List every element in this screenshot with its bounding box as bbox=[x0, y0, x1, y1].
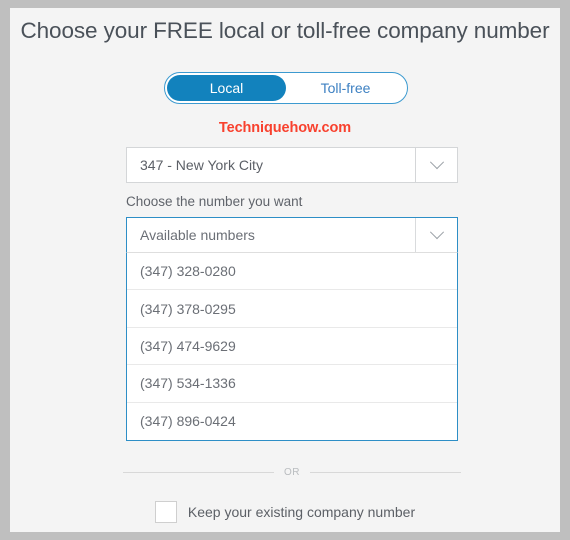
number-options-list: (347) 328-0280 (347) 378-0295 (347) 474-… bbox=[126, 253, 458, 441]
number-select-value: Available numbers bbox=[140, 227, 255, 243]
keep-number-row[interactable]: Keep your existing company number bbox=[10, 501, 560, 523]
number-option-label: (347) 328-0280 bbox=[140, 263, 236, 280]
divider-line-right bbox=[310, 471, 461, 473]
list-item[interactable]: (347) 328-0280 bbox=[127, 253, 457, 291]
city-select-value: 347 - New York City bbox=[140, 157, 263, 173]
keep-number-label: Keep your existing company number bbox=[187, 504, 416, 520]
watermark: Techniquehow.com bbox=[218, 120, 352, 136]
list-item[interactable]: (347) 534-1336 bbox=[127, 365, 457, 403]
toggle-option-toll-free[interactable]: Toll-free bbox=[286, 75, 405, 101]
list-item[interactable]: (347) 896-0424 bbox=[127, 403, 457, 440]
city-select[interactable]: 347 - New York City bbox=[126, 147, 458, 183]
toggle-option-local[interactable]: Local bbox=[167, 75, 286, 101]
number-option-label: (347) 534-1336 bbox=[140, 375, 236, 392]
number-type-toggle[interactable]: Local Toll-free bbox=[164, 72, 408, 104]
number-select-chevron[interactable] bbox=[415, 218, 457, 252]
number-select[interactable]: Available numbers bbox=[126, 217, 458, 253]
or-divider: OR bbox=[123, 465, 461, 479]
city-select-chevron[interactable] bbox=[415, 148, 457, 182]
page-title: Choose your FREE local or toll-free comp… bbox=[20, 18, 550, 43]
divider-label: OR bbox=[284, 466, 300, 478]
keep-number-checkbox[interactable] bbox=[154, 501, 177, 523]
chevron-down-icon bbox=[429, 155, 444, 170]
number-section-label: Choose the number you want bbox=[126, 194, 303, 209]
number-option-label: (347) 378-0295 bbox=[140, 300, 236, 317]
number-option-label: (347) 896-0424 bbox=[140, 413, 236, 430]
toggle-option-toll-free-label: Toll-free bbox=[320, 80, 371, 96]
list-item[interactable]: (347) 474-9629 bbox=[127, 328, 457, 366]
divider-line-left bbox=[123, 471, 274, 473]
list-item[interactable]: (347) 378-0295 bbox=[127, 290, 457, 328]
toggle-option-local-label: Local bbox=[209, 80, 244, 96]
number-option-label: (347) 474-9629 bbox=[140, 337, 236, 354]
signup-number-panel: Choose your FREE local or toll-free comp… bbox=[10, 8, 560, 532]
chevron-down-icon bbox=[429, 225, 444, 240]
